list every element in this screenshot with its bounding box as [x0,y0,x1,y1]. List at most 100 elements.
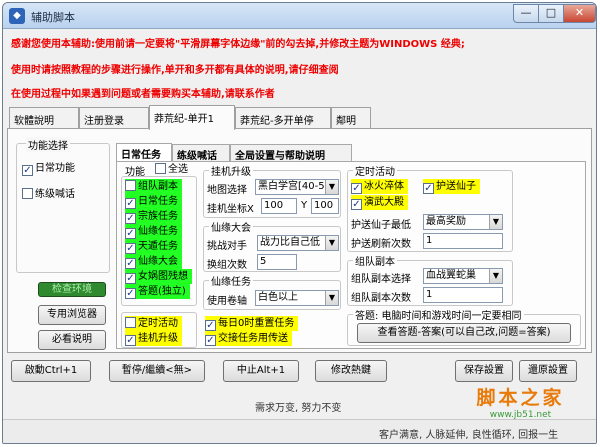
subtab-daily-tasks[interactable]: 日常任务 [116,143,172,162]
checkbox-icon: ✓ [125,273,136,284]
refresh-count-label: 护送刷新次数 [351,239,411,250]
hangup-label: 挂机升级 [138,333,178,344]
tab-register-login[interactable]: 注册登录 [79,107,149,129]
martial-hall-checkbox[interactable]: ✓ 演武大殿 [351,195,408,210]
function-select-title: 功能选择 [26,137,70,152]
maximize-button[interactable]: □ [538,4,564,23]
daily-function-checkbox[interactable]: ✓ 日常功能 [22,161,75,176]
map-select-label: 地图选择 [207,185,247,196]
team-dungeon-select-label: 组队副本选择 [351,274,411,285]
chevron-down-icon: ▼ [489,215,502,229]
task-team-dungeon-checkbox[interactable]: 组队副本 [125,179,182,194]
daily-reset-label: 每日0时重置任务 [218,318,295,329]
task-label: 女娲图残想 [138,271,188,282]
ice-fire-checkbox[interactable]: ✓ 冰火淬体 [351,179,408,194]
notice-line-2: 使用时请按照教程的步骤进行操作,单开和多开都有具体的说明,请仔细查阅 [11,65,339,76]
checkbox-icon: ✓ [351,183,362,194]
checkbox-icon [125,180,136,191]
browser-button[interactable]: 专用浏览器 [38,305,106,325]
team-dungeon-count-input[interactable]: 1 [423,287,503,303]
timed-activity-title: 定时活动 [353,163,397,178]
checkbox-icon: ✓ [125,243,136,254]
scroll-label: 使用卷轴 [207,296,247,307]
checkbox-icon: ✓ [125,198,136,209]
task-clan-checkbox[interactable]: ✓ 宗族任务 [125,209,182,224]
team-dungeon-value: 血战翼蛇巢 [426,270,476,281]
coord-x-label: 挂机坐标X [207,204,254,215]
footer-tagline: 客户满意, 人脉延伸, 良性循环, 回报一生 [379,430,559,441]
task-quiz-checkbox[interactable]: ✓ 答题(独立) [125,284,190,299]
subtab-practice-shout[interactable]: 练级喊话 [172,144,230,162]
title-bar[interactable]: ◆ 辅助脚本 — □ ✕ [3,3,596,29]
team-dungeon-dropdown[interactable]: 血战翼蛇巢 ▼ [423,268,503,284]
stop-button[interactable]: 中止Alt+1 [223,360,299,382]
checkbox-select-all-icon [155,163,166,174]
status-bar: 客户满意, 人脉延伸, 良性循环, 回报一生 [3,419,596,443]
check-environment-button[interactable]: 检查环境 [38,282,106,297]
opponent-dropdown[interactable]: 战力比自己低 ▼ [257,235,339,251]
switch-count-input[interactable]: 5 [257,254,297,270]
tab-software-help[interactable]: 软體說明 [9,107,79,129]
team-dungeon-title: 组队副本 [353,253,397,268]
escort-label: 护送仙子 [436,181,476,192]
immortal-task-title: 仙缘任务 [209,273,253,288]
task-immortal-meeting-checkbox[interactable]: ✓ 仙缘大会 [125,254,182,269]
must-read-button[interactable]: 必看说明 [38,330,106,350]
task-tiandun-checkbox[interactable]: ✓ 天遁任务 [125,239,182,254]
chevron-down-icon: ▼ [325,291,338,305]
escort-min-value: 最高奖励 [426,216,466,227]
select-all-label: 全选 [168,164,188,175]
window-title: 辅助脚本 [31,11,75,24]
watermark: 脚本之家 www.jb51.net [458,383,583,420]
task-daily-checkbox[interactable]: ✓ 日常任务 [125,194,182,209]
escort-min-dropdown[interactable]: 最高奖励 ▼ [423,214,503,230]
submit-teleport-checkbox[interactable]: ✓ 交接任务用传送 [205,331,292,346]
checkbox-icon: ✓ [125,335,136,346]
save-settings-button[interactable]: 保存設置 [455,360,513,382]
view-quiz-answers-button[interactable]: 查看答题-答案(可以自己改,问题=答案) [357,323,571,343]
coord-x-input[interactable]: 100 [261,198,297,214]
pause-resume-button[interactable]: 暫停/繼續<無> [109,360,205,382]
modify-hotkey-button[interactable]: 修改熱鍵 [315,360,387,382]
task-label: 仙缘大会 [138,256,178,267]
chevron-down-icon: ▼ [325,180,338,194]
scroll-dropdown[interactable]: 白色以上 ▼ [255,290,339,306]
tab-multi-open[interactable]: 莽荒纪-多开单停 [235,107,331,129]
task-label: 组队副本 [138,181,178,192]
hangup-checkbox[interactable]: ✓ 挂机升级 [125,331,182,346]
daily-task-panel: 功能 全选 组队副本 ✓ 日常任务 ✓ 宗族任务 ✓ 仙缘任务 ✓ 天遁任务 ✓ 仙缘大会… [116,161,586,349]
task-label: 天遁任务 [138,241,178,252]
main-tab-bar: 软體說明 注册登录 莽荒纪-单开1 莽荒纪-多开单停 鄰明 [3,105,596,130]
task-label: 答题(独立) [138,286,186,297]
subtab-global-settings[interactable]: 全局设置与帮助说明 [230,144,352,162]
daily-reset-checkbox[interactable]: ✓ 每日0时重置任务 [205,316,299,331]
task-nuwa-checkbox[interactable]: ✓ 女娲图残想 [125,269,192,284]
checkbox-icon: ✓ [205,335,216,346]
timed-activity-checkbox[interactable]: 定时活动 [125,316,182,331]
tab-statement[interactable]: 鄰明 [331,107,371,129]
close-button[interactable]: ✕ [563,4,596,23]
escort-min-label: 护送仙子最低 [351,220,411,231]
notice-line-1: 感谢您使用本辅助:使用前请一定要将"平滑屏幕字体边缘"前的勾去掉,并修改主题为W… [11,39,465,50]
ice-fire-label: 冰火淬体 [364,181,404,192]
submit-teleport-label: 交接任务用传送 [218,333,288,344]
start-button[interactable]: 啟動Ctrl+1 [11,360,91,382]
checkbox-icon: ✓ [351,199,362,210]
minimize-button[interactable]: — [513,4,539,23]
task-immortal-checkbox[interactable]: ✓ 仙缘任务 [125,224,182,239]
coord-y-input[interactable]: 100 [311,198,339,214]
practice-checkbox[interactable]: 练级喊话 [22,187,75,202]
chevron-down-icon: ▼ [489,269,502,283]
checkbox-icon: ✓ [125,228,136,239]
footer-slogan: 需求万变, 努力不变 [255,403,342,414]
martial-hall-label: 演武大殿 [364,197,404,208]
checkbox-icon: ✓ [205,320,216,331]
select-all-checkbox[interactable]: 全选 [155,162,188,177]
watermark-main: 脚本之家 [476,387,565,409]
refresh-count-input[interactable]: 1 [423,233,503,249]
map-select-dropdown[interactable]: 黑白学宫[40-50 ▼ [255,179,339,195]
restore-settings-button[interactable]: 還原設置 [519,360,577,382]
opponent-label: 挑战对手 [207,241,247,252]
tab-single-open[interactable]: 莽荒纪-单开1 [149,105,235,130]
escort-checkbox[interactable]: ✓ 护送仙子 [423,179,480,194]
